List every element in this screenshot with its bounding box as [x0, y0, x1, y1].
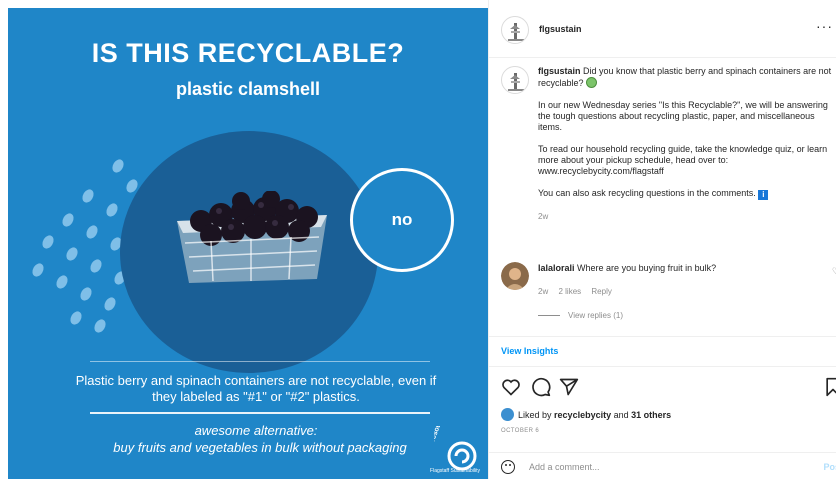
- comments-panel: flgsustain ··· flgsustain Did you know t…: [488, 0, 836, 479]
- action-bar: [501, 377, 836, 401]
- divider-top: [90, 361, 430, 362]
- post-caption: flgsustain Did you know that plastic ber…: [538, 66, 836, 222]
- commenter-avatar[interactable]: [501, 262, 529, 290]
- reply-button[interactable]: Reply: [591, 287, 611, 296]
- separator: [489, 336, 836, 337]
- caption-age: 2w: [538, 212, 549, 221]
- liked-by-user[interactable]: recyclebycity: [554, 410, 611, 420]
- brand-name: Flagstaff Sustainability: [430, 468, 480, 474]
- comment-text: Where are you buying fruit in bulk?: [577, 263, 717, 273]
- more-icon[interactable]: ···: [816, 18, 833, 34]
- divider-bottom: [90, 412, 430, 414]
- liked-by-prefix: Liked by: [518, 409, 552, 420]
- caption-line1: Did you know that plastic berry and spin…: [538, 66, 832, 88]
- comment-likes[interactable]: 2 likes: [558, 287, 581, 296]
- comment-like-heart-icon[interactable]: ♡: [832, 266, 836, 277]
- replies-line: [538, 315, 560, 316]
- liked-by-and: and: [613, 409, 629, 420]
- post-image[interactable]: IS THIS RECYCLABLE? plastic clamshell no…: [0, 0, 488, 479]
- blackberry-clamshell-illustration: [177, 191, 327, 283]
- infographic-subhead: plastic clamshell: [175, 79, 321, 99]
- comment-age: 2w: [538, 287, 549, 296]
- caption-paragraph-4: You can also ask recycling questions in …: [538, 188, 756, 198]
- answer-text: no: [391, 210, 413, 229]
- add-comment-bar: Post: [489, 452, 836, 479]
- caption-paragraph-2: In our new Wednesday series "Is this Rec…: [538, 100, 828, 132]
- liker-avatar: [501, 408, 514, 421]
- alternative-text: buy fruits and vegetables in bulk withou…: [113, 440, 407, 455]
- emoji-picker-icon[interactable]: [501, 460, 515, 474]
- infographic-headline: IS THIS RECYCLABLE?: [91, 38, 405, 68]
- separator: [489, 366, 836, 367]
- author-avatar[interactable]: [501, 16, 529, 44]
- caption-avatar[interactable]: [501, 66, 529, 94]
- likes-summary[interactable]: Liked by recyclebycity and 31 others: [501, 408, 671, 421]
- caption-username[interactable]: flgsustain: [538, 66, 581, 76]
- bookmark-icon[interactable]: [823, 377, 836, 397]
- liked-by-others[interactable]: 31 others: [631, 410, 671, 420]
- caption-paragraph-3: To read our household recycling guide, t…: [538, 144, 828, 176]
- comment-icon[interactable]: [531, 377, 551, 397]
- post-button[interactable]: Post: [823, 462, 836, 472]
- post-date: OCTOBER 6: [501, 428, 540, 434]
- comment-meta: 2w 2 likes Reply: [538, 287, 620, 296]
- view-insights-link[interactable]: View Insights: [501, 346, 558, 356]
- info-icon: i: [758, 190, 769, 200]
- post-header: flgsustain ···: [489, 0, 836, 58]
- view-replies-button[interactable]: View replies (1): [538, 311, 623, 320]
- alternative-title: awesome alternative:: [194, 423, 318, 438]
- heart-icon[interactable]: [501, 377, 521, 397]
- commenter-username[interactable]: lalalorali: [538, 263, 575, 273]
- svg-text:be resourceful: be resourceful: [434, 426, 449, 452]
- infographic-card: IS THIS RECYCLABLE? plastic clamshell no…: [8, 8, 488, 479]
- comment-item: lalalorali Where are you buying fruit in…: [538, 263, 828, 274]
- emoji-icon: [586, 77, 598, 88]
- infographic-description: Plastic berry and spinach containers are…: [75, 373, 437, 404]
- comment-input[interactable]: [529, 459, 789, 475]
- author-username[interactable]: flgsustain: [539, 24, 582, 34]
- answer-circle: no: [350, 168, 454, 272]
- view-replies-label: View replies (1): [568, 311, 623, 320]
- share-icon[interactable]: [559, 377, 579, 397]
